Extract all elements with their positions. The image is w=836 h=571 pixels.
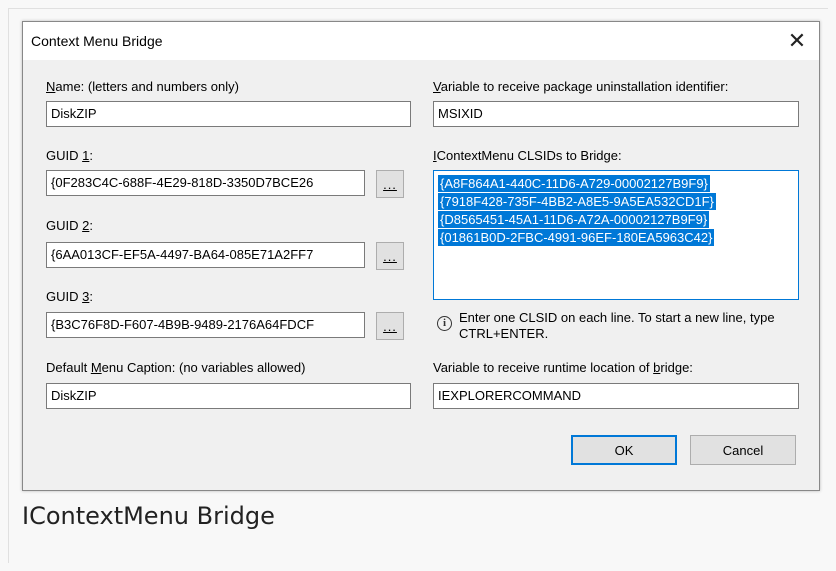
- menu-caption-label: Default Menu Caption: (no variables allo…: [46, 360, 306, 375]
- dialog-title: Context Menu Bridge: [31, 33, 163, 49]
- clsids-textarea[interactable]: {A8F864A1-440C-11D6-A729-00002127B9F9} {…: [433, 170, 799, 300]
- name-input[interactable]: DiskZIP: [46, 101, 411, 127]
- guid2-browse-button[interactable]: ...: [376, 242, 404, 270]
- page-caption: IContextMenu Bridge: [22, 502, 275, 530]
- guid1-input[interactable]: {0F283C4C-688F-4E29-818D-3350D7BCE26: [46, 170, 365, 196]
- cancel-button[interactable]: Cancel: [690, 435, 796, 465]
- clsid-line: {D8565451-45A1-11D6-A72A-00002127B9F9}: [438, 211, 710, 228]
- clsid-line: {A8F864A1-440C-11D6-A729-00002127B9F9}: [438, 175, 710, 192]
- guid2-input[interactable]: {6AA013CF-EF5A-4497-BA64-085E71A2FF7: [46, 242, 365, 268]
- guid1-label: GUID 1:: [46, 148, 93, 163]
- ok-button[interactable]: OK: [571, 435, 677, 465]
- runtime-location-label: Variable to receive runtime location of …: [433, 360, 693, 375]
- uninstall-variable-input[interactable]: MSIXID: [433, 101, 799, 127]
- uninstall-variable-label: Variable to receive package uninstallati…: [433, 79, 729, 94]
- clsid-line: {7918F428-735F-4BB2-A8E5-9A5EA532CD1F}: [438, 193, 716, 210]
- runtime-location-input[interactable]: IEXPLORERCOMMAND: [433, 383, 799, 409]
- titlebar: Context Menu Bridge ✕: [23, 22, 819, 60]
- guid2-label: GUID 2:: [46, 218, 93, 233]
- menu-caption-input[interactable]: DiskZIP: [46, 383, 411, 409]
- guid1-browse-button[interactable]: ...: [376, 170, 404, 198]
- page: Context Menu Bridge ✕ Name: (letters and…: [0, 0, 836, 571]
- close-icon: ✕: [787, 28, 807, 53]
- info-icon: i: [437, 316, 452, 331]
- guid3-input[interactable]: {B3C76F8D-F607-4B9B-9489-2176A64FDCF: [46, 312, 365, 338]
- clsid-line: {01861B0D-2FBC-4991-96EF-180EA5963C42}: [438, 229, 715, 246]
- context-menu-bridge-dialog: Context Menu Bridge ✕ Name: (letters and…: [22, 21, 820, 491]
- name-label: Name: (letters and numbers only): [46, 79, 239, 94]
- guid3-label: GUID 3:: [46, 289, 93, 304]
- clsids-label: IContextMenu CLSIDs to Bridge:: [433, 148, 622, 163]
- close-button[interactable]: ✕: [779, 26, 815, 56]
- clsid-hint-text: Enter one CLSID on each line. To start a…: [459, 310, 775, 341]
- guid3-browse-button[interactable]: ...: [376, 312, 404, 340]
